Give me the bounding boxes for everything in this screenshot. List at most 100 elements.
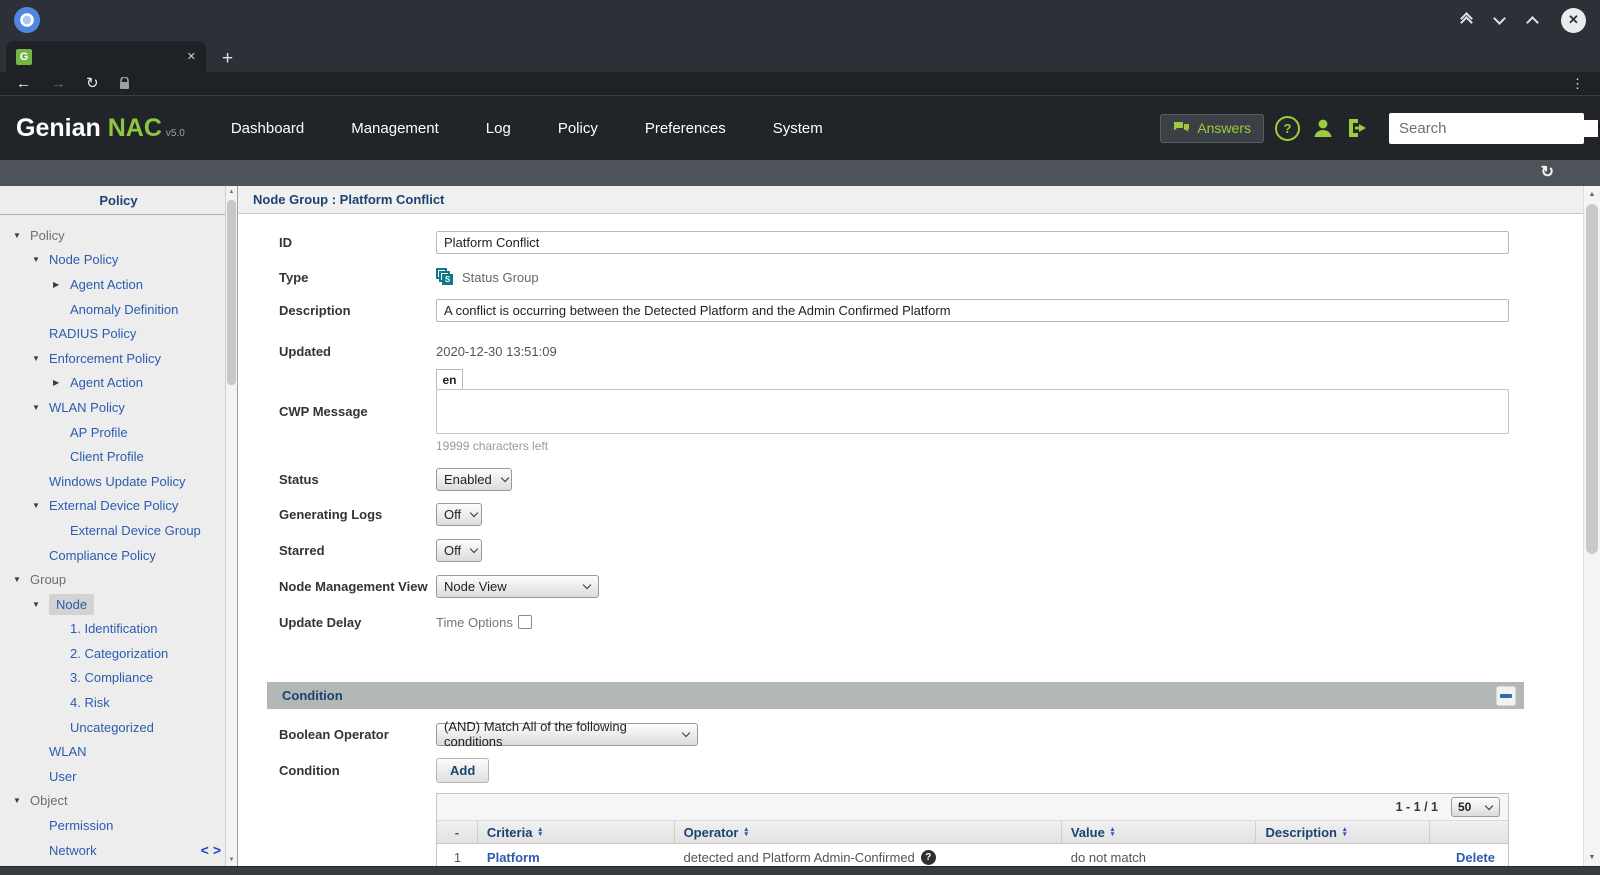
sidebar-item-2-categorization[interactable]: 2. Categorization <box>0 641 237 666</box>
question-icon[interactable]: ? <box>921 850 936 865</box>
sidebar-item-node-policy[interactable]: ▼Node Policy <box>0 248 237 273</box>
main-scrollbar[interactable]: ▲ ▼ <box>1583 186 1600 866</box>
nav-item-preferences[interactable]: Preferences <box>645 120 726 137</box>
updated-label: Updated <box>279 344 436 359</box>
status-select[interactable]: Enabled <box>436 468 512 491</box>
sidebar-item-label: External Device Policy <box>49 498 178 513</box>
nav-item-system[interactable]: System <box>773 120 823 137</box>
nav-item-dashboard[interactable]: Dashboard <box>231 120 304 137</box>
sort-icon[interactable]: ▴▾ <box>744 827 748 837</box>
sidebar-item-wlan[interactable]: WLAN <box>0 739 237 764</box>
column-header-label: Value <box>1071 825 1105 840</box>
sort-icon[interactable]: ▴▾ <box>1111 827 1115 837</box>
back-icon[interactable]: ← <box>16 76 31 91</box>
sidebar-item-client-profile[interactable]: Client Profile <box>0 444 237 469</box>
boolean-operator-select[interactable]: (AND) Match All of the following conditi… <box>436 723 698 746</box>
criteria-link[interactable]: Platform <box>478 850 675 865</box>
column-header-description[interactable]: Description▴▾ <box>1256 821 1430 843</box>
scroll-down-icon[interactable]: ▼ <box>1584 854 1600 861</box>
search-input[interactable] <box>1399 120 1598 137</box>
sidebar-item-1-identification[interactable]: 1. Identification <box>0 617 237 642</box>
help-icon[interactable]: ? <box>1275 116 1300 141</box>
sidebar-item-4-risk[interactable]: 4. Risk <box>0 690 237 715</box>
tab-close-icon[interactable]: ✕ <box>187 50 196 63</box>
refresh-icon[interactable]: ↻ <box>1541 165 1554 181</box>
sidebar-item-node[interactable]: ▼Node <box>0 592 237 617</box>
collapse-left-icon[interactable]: < <box>201 842 209 858</box>
form-row-id: ID <box>279 230 1583 254</box>
sidebar-item-external-device-group[interactable]: External Device Group <box>0 518 237 543</box>
logout-icon[interactable] <box>1346 117 1370 139</box>
sidebar-item-wlan-policy[interactable]: ▼WLAN Policy <box>0 395 237 420</box>
sidebar-item-label: AP Profile <box>70 425 128 440</box>
sidebar-item-windows-update-policy[interactable]: Windows Update Policy <box>0 469 237 494</box>
sidebar-item-label: Node <box>49 594 94 615</box>
cwp-lang-tab[interactable]: en <box>436 369 463 389</box>
sidebar-item-agent-action[interactable]: ▶Agent Action <box>0 272 237 297</box>
reload-icon[interactable]: ↻ <box>86 76 99 91</box>
collapse-section-button[interactable] <box>1496 686 1516 706</box>
scroll-up-icon[interactable]: ▲ <box>1584 191 1600 198</box>
search-box <box>1389 113 1584 144</box>
sidebar-item-radius-policy[interactable]: RADIUS Policy <box>0 321 237 346</box>
sidebar-scrollbar[interactable]: ▲ ▼ <box>225 186 237 866</box>
forward-icon[interactable]: → <box>51 76 66 91</box>
sidebar-item-anomaly-definition[interactable]: Anomaly Definition <box>0 297 237 322</box>
sidebar-item-enforcement-policy[interactable]: ▼Enforcement Policy <box>0 346 237 371</box>
collapse-right-icon[interactable]: > <box>213 842 221 858</box>
scrollbar-thumb[interactable] <box>1586 204 1598 554</box>
window-minimize-button[interactable] <box>1495 14 1504 27</box>
window-shade-button[interactable] <box>1462 14 1471 27</box>
column-header-operator[interactable]: Operator▴▾ <box>675 821 1062 843</box>
sidebar-item-compliance-policy[interactable]: Compliance Policy <box>0 543 237 568</box>
sidebar-item-network[interactable]: Network<> <box>0 838 237 863</box>
sidebar-item-object[interactable]: ▼Object <box>0 789 237 814</box>
add-button[interactable]: Add <box>436 758 489 783</box>
description-input[interactable] <box>436 299 1509 322</box>
condition-table: 1 - 1 / 1 50 -Criteria▴▾Operator▴▾Value▴… <box>436 793 1509 866</box>
sidebar-item-policy[interactable]: ▼Policy <box>0 223 237 248</box>
sidebar-item-3-compliance[interactable]: 3. Compliance <box>0 666 237 691</box>
time-options-checkbox[interactable] <box>518 615 532 629</box>
column-header-criteria[interactable]: Criteria▴▾ <box>478 821 675 843</box>
answers-button[interactable]: Answers <box>1160 114 1264 143</box>
sort-icon[interactable]: ▴▾ <box>538 827 542 837</box>
sidebar-item-external-device-policy[interactable]: ▼External Device Policy <box>0 494 237 519</box>
generating-logs-select[interactable]: Off <box>436 503 482 526</box>
scrollbar-thumb[interactable] <box>227 200 236 385</box>
sidebar-collapse-controls[interactable]: <> <box>201 842 221 858</box>
page-size-select[interactable]: 50 <box>1451 797 1500 817</box>
sidebar-item-user[interactable]: User <box>0 764 237 789</box>
scroll-up-icon[interactable]: ▲ <box>226 189 237 195</box>
row-number: 1 <box>437 850 478 865</box>
nav-item-log[interactable]: Log <box>486 120 511 137</box>
window-close-button[interactable]: ✕ <box>1561 8 1586 33</box>
tree-down-icon: ▼ <box>32 600 49 609</box>
brand-logo[interactable]: Genian NAC v5.0 <box>16 114 185 143</box>
form-row-status: Status Enabled <box>279 467 1583 491</box>
sidebar-item-group[interactable]: ▼Group <box>0 567 237 592</box>
new-tab-button[interactable]: + <box>222 49 233 68</box>
sort-icon[interactable]: ▴▾ <box>1343 827 1347 837</box>
sidebar-item-permission[interactable]: Permission <box>0 813 237 838</box>
browser-menu-icon[interactable]: ⋮ <box>1571 76 1584 92</box>
node-management-view-select[interactable]: Node View <box>436 575 599 598</box>
sidebar-item-label: Node Policy <box>49 252 118 267</box>
sidebar-item-label: External Device Group <box>70 523 201 538</box>
status-label: Status <box>279 472 436 487</box>
delete-link[interactable]: Delete <box>1456 850 1495 865</box>
nav-item-management[interactable]: Management <box>351 120 439 137</box>
id-input[interactable] <box>436 231 1509 254</box>
sidebar-item-agent-action[interactable]: ▶Agent Action <box>0 371 237 396</box>
window-maximize-button[interactable] <box>1528 14 1537 27</box>
user-icon[interactable] <box>1311 116 1335 140</box>
nav-item-policy[interactable]: Policy <box>558 120 598 137</box>
starred-select[interactable]: Off <box>436 539 482 562</box>
sidebar-item-ap-profile[interactable]: AP Profile <box>0 420 237 445</box>
sidebar-item-uncategorized[interactable]: Uncategorized <box>0 715 237 740</box>
browser-tab[interactable]: G ✕ <box>6 41 206 72</box>
cwp-message-textarea[interactable] <box>436 389 1509 434</box>
scroll-down-icon[interactable]: ▼ <box>226 857 237 863</box>
column-header-value[interactable]: Value ▴▾ <box>1062 821 1257 843</box>
chevron-down-icon <box>1485 801 1493 809</box>
